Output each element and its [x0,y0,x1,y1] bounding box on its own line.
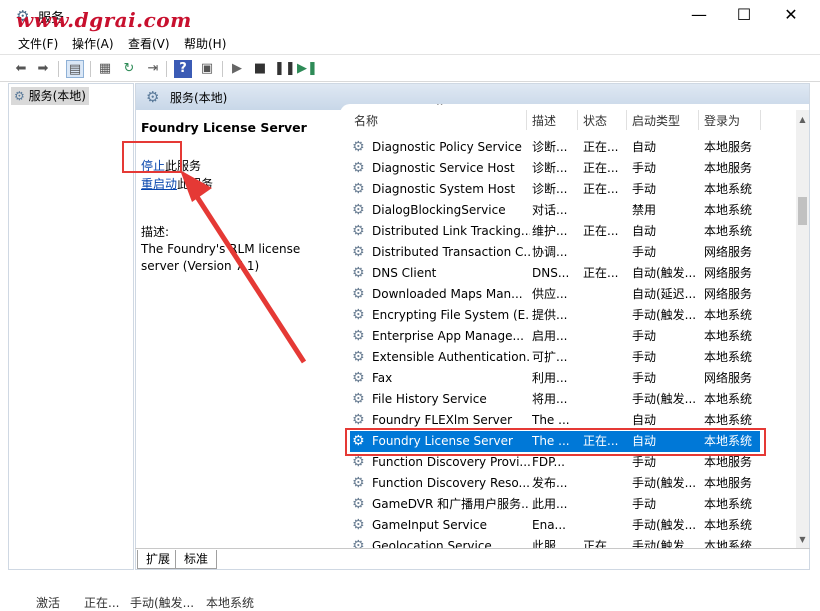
annotation-arrow-head [180,170,212,202]
annotation-arrow-shaft [187,184,307,364]
annotation-arrow [180,170,307,364]
